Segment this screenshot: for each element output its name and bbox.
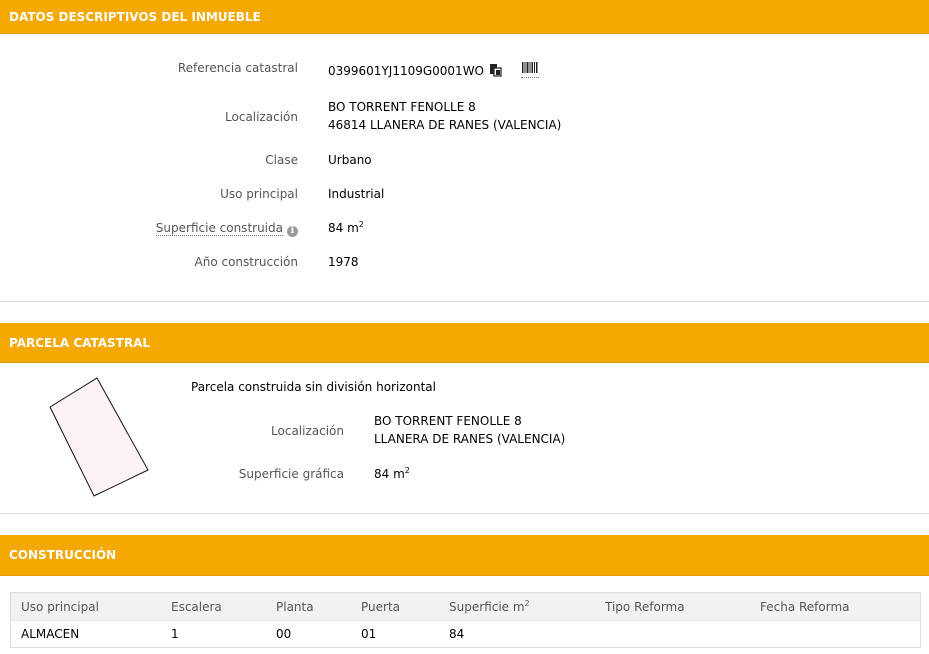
table-header-row: Uso principal Escalera Planta Puerta Sup… bbox=[10, 592, 921, 621]
cell-planta: 00 bbox=[266, 620, 351, 648]
col-superficie: Superficie m2 bbox=[439, 592, 595, 621]
info-icon[interactable]: i bbox=[287, 226, 298, 237]
cell-uso: ALMACEN bbox=[10, 620, 161, 648]
cell-tipo-reforma bbox=[595, 620, 750, 648]
barcode-icon[interactable] bbox=[521, 61, 539, 78]
superficie-label-text[interactable]: Superficie construida bbox=[155, 221, 283, 236]
parcela-superficie-label: Superficie gráfica bbox=[238, 467, 344, 481]
copy-icon[interactable] bbox=[489, 63, 503, 82]
uso-label: Uso principal bbox=[220, 187, 298, 201]
col-uso: Uso principal bbox=[10, 592, 161, 621]
section-header-parcela: PARCELA CATASTRAL bbox=[0, 323, 929, 363]
parcela-localizacion-value: BO TORRENT FENOLLE 8 LLANERA DE RANES (V… bbox=[374, 412, 565, 448]
table-row: ALMACEN 1 00 01 84 bbox=[10, 620, 921, 648]
superficie-value: 84 m2 bbox=[328, 220, 364, 236]
parcela-localizacion-label: Localización bbox=[271, 424, 344, 438]
divider bbox=[0, 513, 929, 514]
referencia-label: Referencia catastral bbox=[177, 61, 298, 75]
parcela-localizacion-line1: BO TORRENT FENOLLE 8 bbox=[374, 414, 522, 428]
cell-puerta: 01 bbox=[351, 620, 439, 648]
parcela-superficie-value: 84 m2 bbox=[374, 466, 410, 482]
superficie-label: Superficie construida i bbox=[155, 221, 298, 237]
section-title: PARCELA CATASTRAL bbox=[9, 335, 151, 350]
clase-value: Urbano bbox=[328, 153, 372, 167]
cell-fecha-reforma bbox=[750, 620, 921, 648]
divider bbox=[0, 301, 929, 302]
localizacion-label: Localización bbox=[225, 110, 298, 124]
parcela-localizacion-line2: LLANERA DE RANES (VALENCIA) bbox=[374, 432, 566, 446]
section-header-inmueble: DATOS DESCRIPTIVOS DEL INMUEBLE bbox=[0, 0, 929, 34]
referencia-text: 0399601YJ1109G0001WO bbox=[328, 64, 484, 78]
col-tipo-reforma: Tipo Reforma bbox=[595, 592, 750, 621]
col-escalera: Escalera bbox=[161, 592, 266, 621]
parcela-subtitle: Parcela construida sin división horizont… bbox=[191, 380, 436, 394]
cell-superficie: 84 bbox=[439, 620, 595, 648]
referencia-value: 0399601YJ1109G0001WO bbox=[328, 62, 503, 82]
anio-label: Año construcción bbox=[194, 255, 299, 269]
section-header-construccion: CONSTRUCCIÓN bbox=[0, 535, 929, 576]
section-title: CONSTRUCCIÓN bbox=[9, 548, 117, 562]
col-puerta: Puerta bbox=[351, 592, 439, 621]
localizacion-line2: 46814 LLANERA DE RANES (VALENCIA) bbox=[328, 118, 562, 132]
construccion-table: Uso principal Escalera Planta Puerta Sup… bbox=[10, 592, 921, 648]
parcel-shape[interactable] bbox=[45, 372, 155, 502]
clase-label: Clase bbox=[265, 153, 298, 167]
cell-escalera: 1 bbox=[161, 620, 266, 648]
col-fecha-reforma: Fecha Reforma bbox=[750, 592, 921, 621]
section-title: DATOS DESCRIPTIVOS DEL INMUEBLE bbox=[9, 9, 261, 24]
localizacion-line1: BO TORRENT FENOLLE 8 bbox=[328, 100, 476, 114]
col-planta: Planta bbox=[266, 592, 351, 621]
anio-value: 1978 bbox=[328, 255, 359, 269]
uso-value: Industrial bbox=[328, 187, 385, 201]
localizacion-value: BO TORRENT FENOLLE 8 46814 LLANERA DE RA… bbox=[328, 98, 561, 134]
